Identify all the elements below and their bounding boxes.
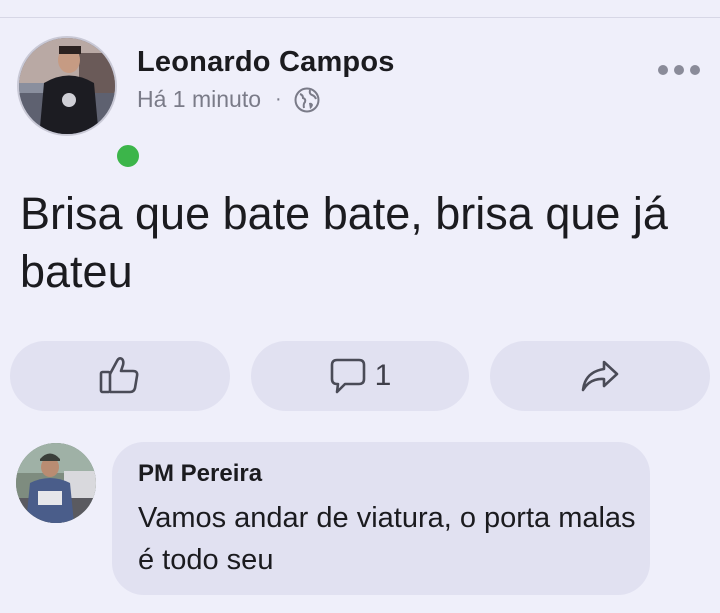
thumbs-up-icon — [99, 357, 139, 394]
comment-bubble[interactable]: PM Pereira Vamos andar de viatura, o por… — [112, 442, 650, 595]
like-button[interactable] — [10, 341, 230, 411]
post-text: Brisa que bate bate, brisa que já bateu — [20, 188, 668, 297]
dot — [674, 65, 684, 75]
post-header: Leonardo Campos Há 1 minuto · — [0, 0, 720, 171]
post-meta: Há 1 minuto · — [137, 86, 320, 113]
meta-separator: · — [275, 88, 282, 110]
commenter-name[interactable]: PM Pereira — [138, 460, 262, 488]
more-options-icon[interactable] — [658, 60, 700, 80]
avatar-photo — [19, 38, 115, 134]
author-avatar[interactable] — [17, 36, 117, 136]
comment-bubble-icon — [330, 358, 365, 394]
commenter-avatar-photo — [16, 443, 96, 523]
commenter-avatar[interactable] — [16, 443, 96, 523]
share-arrow-icon — [581, 360, 619, 392]
dot — [690, 65, 700, 75]
comment-count: 1 — [374, 359, 392, 392]
comment-text: Vamos andar de viatura, o porta malas é … — [138, 502, 636, 576]
share-button[interactable] — [490, 341, 710, 411]
author-name[interactable]: Leonardo Campos — [137, 46, 395, 79]
globe-icon — [294, 87, 320, 112]
online-status-dot — [113, 141, 143, 171]
dot — [658, 65, 668, 75]
comment-button[interactable]: 1 — [251, 341, 469, 411]
post-timestamp[interactable]: Há 1 minuto — [137, 86, 261, 113]
author-avatar-container[interactable] — [17, 36, 143, 171]
